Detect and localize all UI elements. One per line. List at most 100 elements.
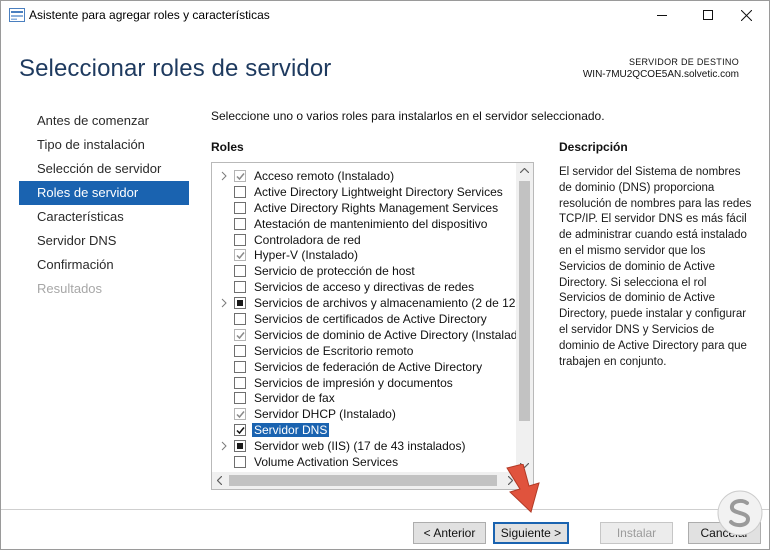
role-label: Active Directory Lightweight Directory S… [254, 184, 503, 199]
role-item[interactable]: Servicios de impresión y documentos [212, 375, 518, 391]
role-item[interactable]: Servidor DHCP (Instalado) [212, 406, 518, 422]
install-button: Instalar [600, 522, 673, 544]
page-title: Seleccionar roles de servidor [19, 55, 332, 82]
nav-item-seleccion-de-servidor[interactable]: Selección de servidor [19, 157, 189, 181]
expand-chevron-icon[interactable] [221, 298, 227, 308]
role-label: Servidor DHCP (Instalado) [254, 407, 396, 422]
role-label: Servicios de dominio de Active Directory… [254, 327, 525, 342]
solvetic-logo-icon [717, 490, 763, 536]
role-checkbox[interactable] [234, 456, 246, 469]
role-item[interactable]: Atestación de mantenimiento del disposit… [212, 216, 518, 232]
expand-chevron-icon[interactable] [221, 441, 227, 451]
checkmark-icon [236, 252, 245, 260]
close-button[interactable] [723, 1, 769, 29]
role-item[interactable]: Servicios de Escritorio remoto [212, 343, 518, 359]
role-label: Acceso remoto (Instalado) [254, 169, 395, 183]
next-button[interactable]: Siguiente > [493, 522, 569, 544]
nav-item-roles-de-servidor[interactable]: Roles de servidor [19, 181, 189, 205]
role-checkbox[interactable] [234, 281, 246, 294]
role-label: Atestación de mantenimiento del disposit… [254, 216, 488, 231]
role-checkbox[interactable] [234, 201, 246, 214]
role-item[interactable]: Servicios de dominio de Active Directory… [212, 327, 524, 343]
checkmark-icon [236, 331, 245, 340]
role-checkbox[interactable] [234, 185, 246, 198]
vertical-scroll-thumb[interactable] [519, 181, 530, 421]
role-checkbox[interactable] [234, 344, 246, 357]
role-checkbox[interactable] [234, 440, 246, 453]
role-item[interactable]: Active Directory Lightweight Directory S… [212, 184, 518, 200]
expand-chevron-icon[interactable] [221, 171, 227, 181]
wizard-window: Asistente para agregar roles y caracterí… [0, 0, 770, 550]
horizontal-scrollbar[interactable] [212, 472, 533, 489]
role-checkbox[interactable] [234, 217, 246, 230]
role-checkbox [234, 328, 246, 341]
role-item[interactable]: Controladora de red [212, 232, 518, 248]
role-label: Volume Activation Services [254, 455, 399, 470]
role-label: Servicios de Escritorio remoto [254, 343, 414, 358]
role-checkbox[interactable] [234, 297, 246, 310]
back-button[interactable]: < Anterior [413, 522, 486, 544]
partial-check-icon [237, 443, 243, 450]
title-bar: Asistente para agregar roles y caracterí… [1, 1, 769, 29]
pointer-arrow-icon [506, 464, 540, 513]
window-title: Asistente para agregar roles y caracterí… [29, 8, 270, 22]
role-item[interactable]: Servidor web (IIS) (17 de 43 instalados) [212, 438, 518, 454]
role-checkbox[interactable] [234, 313, 246, 326]
role-checkbox[interactable] [234, 392, 246, 405]
role-checkbox[interactable] [234, 265, 246, 278]
nav-item-confirmacion[interactable]: Confirmación [19, 253, 189, 277]
role-item[interactable]: Servicios de federación de Active Direct… [212, 359, 518, 375]
roles-heading: Roles [211, 140, 244, 154]
checkmark-icon [236, 411, 245, 419]
role-item[interactable]: Servicios de certificados de Active Dire… [212, 311, 518, 327]
role-label: Hyper-V (Instalado) [254, 248, 359, 263]
role-item[interactable]: Servidor de fax [212, 390, 518, 406]
role-label: Servicios de impresión y documentos [254, 375, 453, 390]
server-manager-icon [9, 8, 25, 22]
role-checkbox[interactable] [234, 424, 246, 437]
checkmark-icon [236, 427, 245, 435]
role-label: Servicios de federación de Active Direct… [254, 359, 483, 374]
scroll-up-icon [520, 168, 529, 173]
footer-divider [1, 509, 769, 510]
maximize-icon [703, 10, 713, 20]
description-heading: Descripción [559, 140, 628, 154]
role-label: Servicio de protección de host [254, 264, 415, 279]
role-item[interactable]: Servicios de acceso y directivas de rede… [212, 279, 518, 295]
roles-list: Acceso remoto (Instalado) Active Director… [212, 168, 528, 470]
role-item[interactable]: Hyper-V (Instalado) [212, 247, 518, 263]
nav-item-antes-de-comenzar[interactable]: Antes de comenzar [19, 109, 189, 133]
role-label: Servicios de acceso y directivas de rede… [254, 280, 475, 295]
role-item[interactable]: Active Directory Rights Management Servi… [212, 200, 518, 216]
scroll-left-icon [217, 476, 222, 485]
role-label: Servidor de fax [254, 391, 335, 406]
role-item[interactable]: Acceso remoto (Instalado) [212, 168, 518, 184]
role-item[interactable]: Servidor DNS [212, 422, 518, 438]
role-item[interactable]: Volume Activation Services [212, 454, 518, 470]
instruction-text: Seleccione uno o varios roles para insta… [211, 109, 605, 123]
role-checkbox [234, 170, 246, 182]
role-label: Servicios de archivos y almacenamiento (… [254, 296, 529, 311]
wizard-steps-nav: Antes de comenzar Tipo de instalación Se… [19, 109, 189, 301]
nav-item-caracteristicas[interactable]: Características [19, 205, 189, 229]
role-label: Servidor web (IIS) (17 de 43 instalados) [254, 439, 466, 454]
vertical-scrollbar[interactable] [516, 163, 533, 473]
close-icon [740, 9, 752, 21]
minimize-button[interactable] [639, 1, 685, 29]
horizontal-scroll-thumb[interactable] [229, 475, 497, 486]
role-checkbox[interactable] [234, 376, 246, 389]
checkmark-icon [236, 173, 245, 181]
destination-server-label: SERVIDOR DE DESTINO [628, 57, 739, 67]
minimize-icon [657, 15, 667, 16]
role-checkbox[interactable] [234, 360, 246, 373]
role-item[interactable]: Servicios de archivos y almacenamiento (… [212, 295, 528, 311]
nav-item-tipo-de-instalacion[interactable]: Tipo de instalación [19, 133, 189, 157]
nav-item-servidor-dns[interactable]: Servidor DNS [19, 229, 189, 253]
roles-tree-list[interactable]: Acceso remoto (Instalado) Active Director… [211, 162, 534, 490]
role-label: Controladora de red [254, 232, 361, 247]
partial-check-icon [237, 300, 243, 307]
role-item[interactable]: Servicio de protección de host [212, 263, 518, 279]
role-checkbox[interactable] [234, 233, 246, 246]
role-checkbox [234, 408, 246, 421]
nav-item-resultados: Resultados [37, 281, 103, 296]
